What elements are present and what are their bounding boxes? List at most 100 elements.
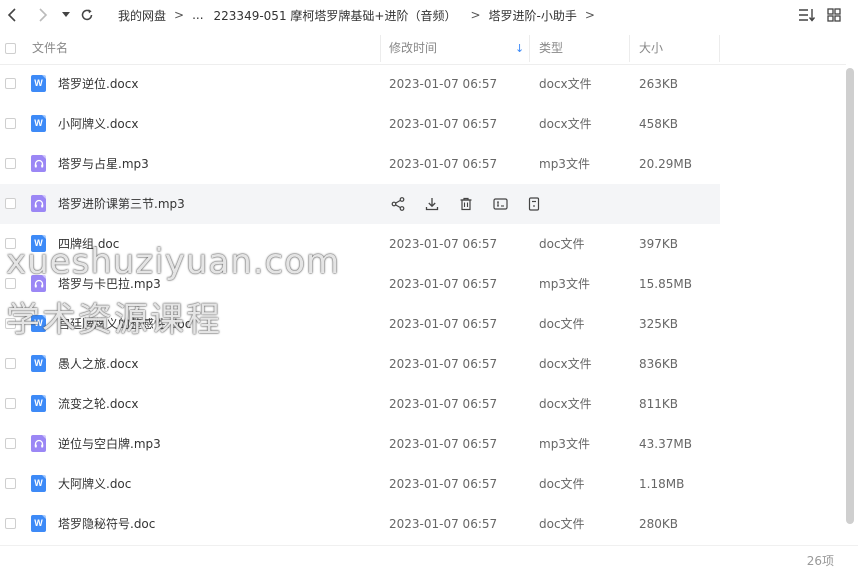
table-row[interactable]: 塔罗进阶课第三节.mp3	[0, 184, 720, 224]
breadcrumb-parent[interactable]: 223349-051 摩柯塔罗牌基础+进阶（音频）	[214, 7, 457, 24]
file-modified-time: 2023-01-07 06:57	[389, 237, 498, 251]
table-row[interactable]: 逆位与空白牌.mp3 2023-01-07 06:57 mp3文件 43.37MB	[0, 424, 846, 464]
chevron-left-icon	[7, 8, 16, 22]
breadcrumb-root[interactable]: 我的网盘	[118, 7, 166, 24]
file-list: W 塔罗逆位.docx 2023-01-07 06:57 docx文件 263KB W 小阿…	[0, 64, 846, 544]
share-icon	[391, 197, 405, 211]
view-toggle-button[interactable]	[823, 4, 845, 26]
row-checkbox[interactable]	[5, 358, 16, 369]
file-modified-time: 2023-01-07 06:57	[389, 317, 498, 331]
table-row[interactable]: W 塔罗逆位.docx 2023-01-07 06:57 docx文件 263KB	[0, 64, 846, 104]
sort-desc-arrow-icon[interactable]: ↓	[515, 33, 524, 64]
file-name[interactable]: 四牌组.doc	[58, 224, 119, 264]
refresh-icon	[81, 9, 93, 21]
word-document-icon: W	[31, 115, 46, 132]
table-row[interactable]: 塔罗与占星.mp3 2023-01-07 06:57 mp3文件 20.29MB	[0, 144, 846, 184]
row-checkbox[interactable]	[5, 518, 16, 529]
row-checkbox[interactable]	[5, 198, 16, 209]
file-name[interactable]: 塔罗进阶课第三节.mp3	[58, 184, 185, 224]
file-name[interactable]: 塔罗隐秘符号.doc	[58, 504, 155, 544]
file-modified-time: 2023-01-07 06:57	[389, 157, 498, 171]
table-row[interactable]: W 愚人之旅.docx 2023-01-07 06:57 docx文件 836KB	[0, 344, 846, 384]
word-document-icon: W	[31, 235, 46, 252]
back-button[interactable]	[2, 4, 24, 26]
scrollbar-thumb[interactable]	[846, 68, 854, 524]
file-modified-time: 2023-01-07 06:57	[389, 117, 498, 131]
breadcrumb-ellipsis[interactable]: ...	[192, 8, 203, 22]
file-type: docx文件	[539, 77, 592, 91]
file-type: mp3文件	[539, 437, 590, 451]
audio-file-icon	[31, 195, 46, 212]
file-size: 811KB	[639, 397, 679, 411]
file-modified-time: 2023-01-07 06:57	[389, 517, 498, 531]
history-dropdown-button[interactable]	[55, 4, 77, 26]
refresh-button[interactable]	[76, 4, 98, 26]
rename-icon	[492, 197, 508, 211]
table-row[interactable]: 塔罗与卡巴拉.mp3 2023-01-07 06:57 mp3文件 15.85MB	[0, 264, 846, 304]
file-modified-time: 2023-01-07 06:57	[389, 477, 498, 491]
file-name[interactable]: 流变之轮.docx	[58, 384, 138, 424]
column-header-size[interactable]: 大小	[639, 33, 663, 64]
row-checkbox[interactable]	[5, 398, 16, 409]
file-name[interactable]: 小阿牌义.docx	[58, 104, 138, 144]
grid-view-icon	[827, 8, 841, 22]
column-divider[interactable]	[529, 35, 530, 62]
column-divider[interactable]	[629, 35, 630, 62]
file-name[interactable]: 逆位与空白牌.mp3	[58, 424, 161, 464]
row-checkbox[interactable]	[5, 118, 16, 129]
audio-file-icon	[31, 155, 46, 172]
column-divider[interactable]	[719, 35, 720, 62]
breadcrumb-current[interactable]: 塔罗进阶-小助手	[489, 7, 577, 24]
more-button[interactable]	[524, 194, 544, 214]
file-name[interactable]: 愚人之旅.docx	[58, 344, 138, 384]
column-header-modified[interactable]: 修改时间	[389, 33, 437, 64]
row-checkbox[interactable]	[5, 278, 16, 289]
delete-icon	[459, 197, 473, 211]
row-checkbox[interactable]	[5, 438, 16, 449]
delete-button[interactable]	[456, 194, 476, 214]
file-modified-time: 2023-01-07 06:57	[389, 437, 498, 451]
select-all-checkbox[interactable]	[5, 43, 16, 54]
file-size: 20.29MB	[639, 157, 692, 171]
row-actions	[388, 194, 558, 214]
file-name[interactable]: 塔罗与卡巴拉.mp3	[58, 264, 161, 304]
rename-button[interactable]	[490, 194, 510, 214]
word-document-icon: W	[31, 315, 46, 332]
file-name[interactable]: 大阿牌义.doc	[58, 464, 131, 504]
file-name[interactable]: 塔罗逆位.docx	[58, 64, 138, 104]
file-size: 1.18MB	[639, 477, 685, 491]
row-checkbox[interactable]	[5, 158, 16, 169]
row-checkbox[interactable]	[5, 78, 16, 89]
column-divider[interactable]	[380, 35, 381, 62]
table-row[interactable]: W 流变之轮.docx 2023-01-07 06:57 docx文件 811KB	[0, 384, 846, 424]
column-header-name[interactable]: 文件名	[32, 33, 68, 64]
row-checkbox[interactable]	[5, 318, 16, 329]
word-document-icon: W	[31, 395, 46, 412]
file-name[interactable]: 宫廷牌牌义的整感性.doc	[58, 304, 191, 344]
table-row[interactable]: W 四牌组.doc 2023-01-07 06:57 doc文件 397KB	[0, 224, 846, 264]
file-type: docx文件	[539, 117, 592, 131]
forward-button[interactable]	[31, 4, 53, 26]
table-row[interactable]: W 宫廷牌牌义的整感性.doc 2023-01-07 06:57 doc文件 325KB	[0, 304, 846, 344]
file-type: docx文件	[539, 397, 592, 411]
table-row[interactable]: W 大阿牌义.doc 2023-01-07 06:57 doc文件 1.18MB	[0, 464, 846, 504]
file-name[interactable]: 塔罗与占星.mp3	[58, 144, 149, 184]
audio-file-icon	[31, 435, 46, 452]
chevron-right-icon	[39, 8, 48, 22]
row-checkbox[interactable]	[5, 478, 16, 489]
file-size: 15.85MB	[639, 277, 692, 291]
download-button[interactable]	[422, 194, 442, 214]
sort-button[interactable]	[796, 4, 818, 26]
file-modified-time: 2023-01-07 06:57	[389, 397, 498, 411]
breadcrumb-separator: >	[470, 8, 481, 22]
column-header-type[interactable]: 类型	[539, 33, 563, 64]
table-row[interactable]: W 塔罗隐秘符号.doc 2023-01-07 06:57 doc文件 280KB	[0, 504, 846, 544]
table-row[interactable]: W 小阿牌义.docx 2023-01-07 06:57 docx文件 458KB	[0, 104, 846, 144]
table-header: 文件名 修改时间 ↓ 类型 大小	[0, 33, 846, 65]
file-type: doc文件	[539, 477, 585, 491]
breadcrumb-separator: >	[174, 8, 185, 22]
share-button[interactable]	[388, 194, 408, 214]
word-document-icon: W	[31, 355, 46, 372]
word-document-icon: W	[31, 515, 46, 532]
row-checkbox[interactable]	[5, 238, 16, 249]
